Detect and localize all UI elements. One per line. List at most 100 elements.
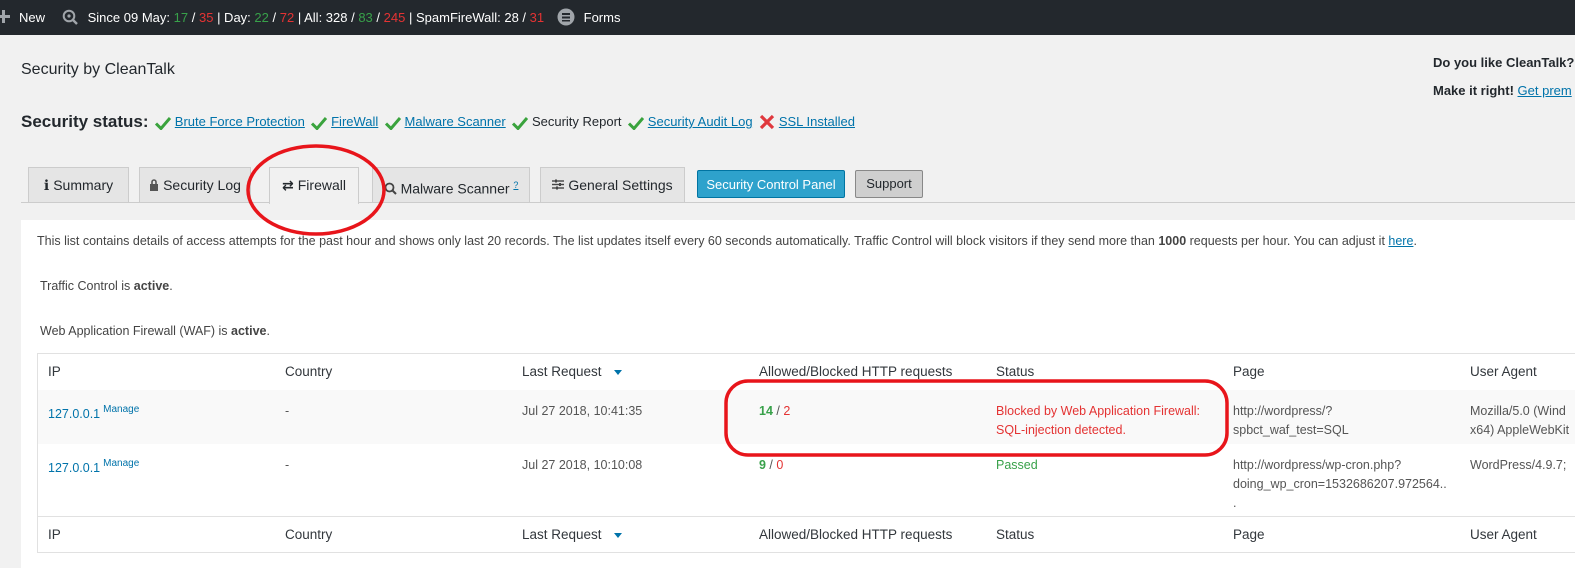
tab-security-log-label: Security Log: [163, 177, 241, 193]
admin-bar-stats[interactable]: Since 09 May: 17 / 35 | Day: 22 / 72 | A…: [62, 0, 544, 35]
status-malware-scanner[interactable]: Malware Scanner: [384, 114, 506, 130]
since-blocked: 35: [198, 10, 214, 25]
security-status: Security status: Brute Force Protection …: [21, 112, 855, 132]
sort-down-icon: [613, 369, 622, 375]
page-line-1: http://wordpress/?: [1233, 404, 1333, 418]
status-firewall[interactable]: FireWall: [311, 114, 378, 130]
tab-summary[interactable]: ℹ Summary: [28, 167, 129, 202]
day-label: | Day:: [217, 10, 251, 25]
since-allowed: 17: [173, 10, 189, 25]
status-ssl-link[interactable]: SSL Installed: [779, 114, 855, 129]
all-blocked: 245: [383, 10, 406, 25]
status-malware-scanner-link[interactable]: Malware Scanner: [405, 114, 506, 129]
tab-firewall-label: Firewall: [297, 177, 346, 193]
tabs-divider: [21, 202, 1575, 203]
foot-col-user-agent: User Agent: [1470, 527, 1537, 542]
waf-state: active: [231, 324, 267, 338]
tab-malware-scanner-label: Malware Scanner: [400, 180, 510, 197]
status-line-1: Blocked by Web Application Firewall:: [996, 404, 1201, 418]
requests-sep: /: [772, 404, 784, 418]
status-ssl[interactable]: SSL Installed: [759, 114, 855, 131]
row-user-agent: Mozilla/5.0 (Wind x64) AppleWebKit: [1470, 402, 1569, 440]
stats-search-icon: [62, 9, 78, 25]
tab-security-log[interactable]: Security Log: [139, 167, 251, 202]
traffic-control-period: .: [169, 279, 173, 293]
traffic-control-text: Traffic Control is: [40, 279, 134, 293]
col-last-request-label: Last Request: [522, 364, 602, 379]
status-audit-log-link[interactable]: Security Audit Log: [648, 114, 753, 129]
table-row: 127.0.0.1 Manage - Jul 27 2018, 10:10:08 …: [38, 444, 1575, 516]
all-allowed: 83: [358, 10, 373, 25]
foot-col-last-request[interactable]: Last Request: [522, 527, 622, 542]
traffic-control-status: Traffic Control is active.: [40, 279, 173, 293]
search-icon: [384, 172, 397, 207]
row-requests: 14 / 2: [759, 402, 790, 421]
check-icon: [155, 116, 172, 130]
col-country: Country: [285, 364, 333, 379]
status-brute-force-link[interactable]: Brute Force Protection: [175, 114, 305, 129]
page-line-3: .: [1233, 496, 1237, 510]
firewall-log-table: IP Country Last Request Allowed/Blocked …: [37, 353, 1575, 553]
status-brute-force[interactable]: Brute Force Protection: [155, 114, 305, 130]
adjust-here-link[interactable]: here: [1388, 234, 1413, 248]
col-user-agent: User Agent: [1470, 364, 1537, 379]
like-text: Do you like CleanTalk?: [1433, 55, 1575, 70]
blocked-count: 2: [783, 404, 791, 418]
support-button[interactable]: Support: [855, 170, 923, 198]
status-audit-log[interactable]: Security Audit Log: [628, 114, 753, 130]
intro-text-b: requests per hour. You can adjust it: [1186, 234, 1389, 248]
admin-bar-new-label: New: [19, 10, 46, 25]
firewall-intro: This list contains details of access att…: [37, 234, 1417, 248]
row-page: http://wordpress/wp-cron.php? doing_wp_c…: [1233, 456, 1447, 513]
traffic-control-state: active: [133, 279, 170, 293]
admin-bar: New Since 09 May: 17 / 35 | Day: 22 / 72…: [0, 0, 1575, 35]
row-ip-cell: 127.0.0.1 Manage: [48, 454, 139, 476]
waf-status: Web Application Firewall (WAF) is active…: [40, 324, 270, 338]
day-blocked: 72: [279, 10, 295, 25]
table-row: 127.0.0.1 Manage - Jul 27 2018, 10:41:35 …: [38, 390, 1575, 444]
status-firewall-link[interactable]: FireWall: [331, 114, 378, 129]
status-security-report-label: Security Report: [531, 114, 622, 130]
tab-malware-scanner[interactable]: Malware Scanner ?: [372, 167, 530, 202]
foot-col-status: Status: [996, 527, 1035, 542]
intro-end: .: [1413, 234, 1417, 248]
get-premium-link[interactable]: Get prem: [1518, 83, 1572, 98]
blocked-count: 0: [776, 458, 784, 472]
allowed-count: 14: [759, 404, 773, 418]
plus-icon: [0, 10, 10, 23]
security-control-panel-button[interactable]: Security Control Panel: [697, 170, 845, 198]
ip-link[interactable]: 127.0.0.1: [48, 407, 100, 421]
col-allowed-blocked: Allowed/Blocked HTTP requests: [759, 364, 953, 379]
ua-line-2: x64) AppleWebKit: [1470, 423, 1570, 437]
requests-sep: /: [765, 458, 777, 472]
day-sep: /: [272, 10, 277, 25]
security-status-label: Security status:: [21, 112, 149, 131]
row-page: http://wordpress/? spbct_waf_test=SQL: [1233, 402, 1349, 440]
lock-icon: [149, 168, 159, 203]
foot-col-country: Country: [285, 527, 333, 542]
col-ip: IP: [48, 364, 61, 379]
status-security-report: Security Report: [512, 114, 622, 130]
row-user-agent: WordPress/4.9.7;: [1470, 458, 1567, 472]
ua-line-1: Mozilla/5.0 (Wind: [1470, 404, 1566, 418]
col-last-request[interactable]: Last Request: [522, 364, 622, 379]
malware-help-link[interactable]: ?: [513, 180, 518, 190]
tab-general-settings[interactable]: General Settings: [540, 167, 685, 202]
row-country: -: [285, 404, 290, 418]
foot-col-page: Page: [1233, 527, 1265, 542]
tab-firewall[interactable]: ⇄ Firewall: [269, 167, 359, 204]
forms-icon: [557, 8, 575, 26]
admin-bar-forms[interactable]: Forms: [557, 0, 620, 35]
arrows-exchange-icon: ⇄: [282, 177, 294, 193]
row-status: Blocked by Web Application Firewall: SQL…: [996, 402, 1200, 440]
sort-down-icon: [613, 532, 622, 538]
col-page: Page: [1233, 364, 1265, 379]
tab-general-settings-label: General Settings: [568, 177, 673, 193]
ip-link[interactable]: 127.0.0.1: [48, 461, 100, 475]
row-country: -: [285, 458, 290, 472]
row-requests: 9 / 0: [759, 456, 783, 475]
manage-link[interactable]: Manage: [103, 404, 139, 415]
row-status: Passed: [996, 458, 1038, 472]
all-sep: /: [376, 10, 381, 25]
manage-link[interactable]: Manage: [103, 458, 139, 469]
